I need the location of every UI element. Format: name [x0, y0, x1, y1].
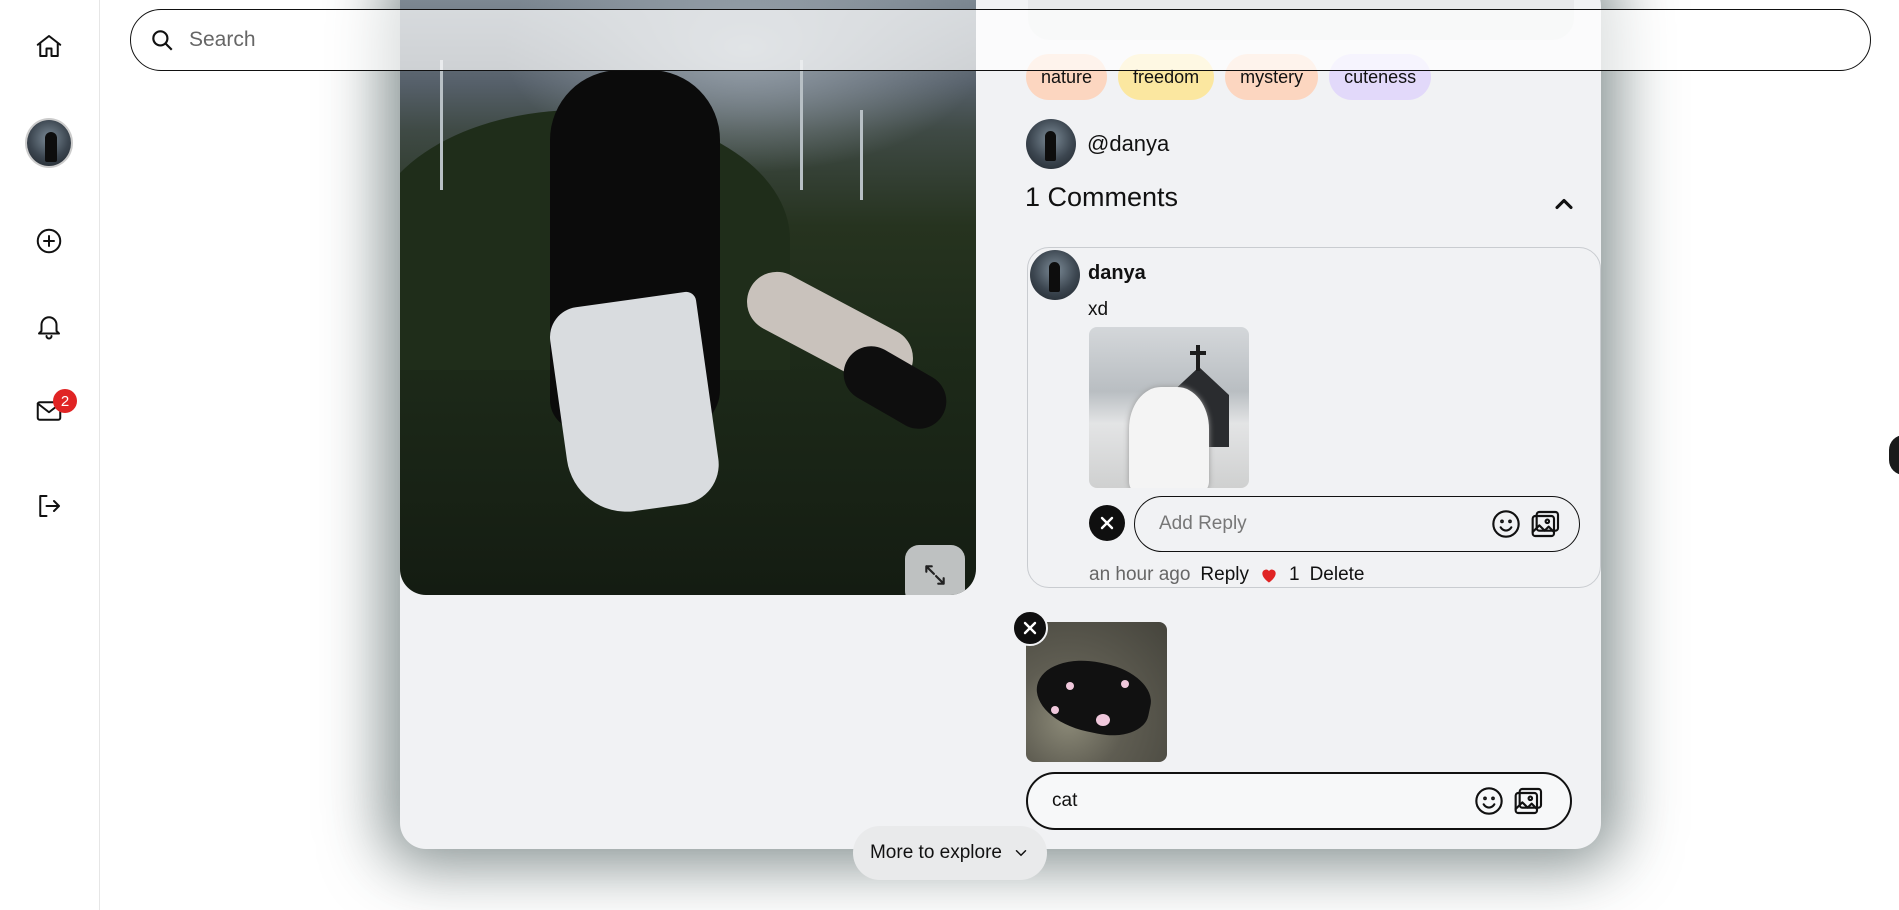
smiley-icon	[1475, 787, 1503, 815]
explore-label: More to explore	[869, 842, 1002, 863]
avatar	[1026, 119, 1076, 169]
collapse-comments-button[interactable]	[1550, 190, 1578, 218]
add-image-button[interactable]	[1512, 784, 1546, 818]
delete-link[interactable]: Delete	[1310, 564, 1365, 586]
like-count: 1	[1289, 564, 1300, 585]
close-icon	[1100, 516, 1114, 530]
expand-icon	[925, 565, 945, 585]
comment-timestamp: an hour ago	[1089, 564, 1191, 585]
create-button[interactable]	[25, 217, 73, 265]
remove-attachment-button[interactable]	[1012, 610, 1048, 646]
reply-input[interactable]	[1159, 513, 1479, 535]
plus-circle-icon	[36, 228, 62, 254]
smiley-icon	[1492, 510, 1520, 538]
chevron-up-icon	[1555, 198, 1573, 210]
more-to-explore-button[interactable]: More to explore	[853, 826, 1047, 880]
comment-field	[1026, 772, 1572, 830]
heart-icon[interactable]	[1259, 565, 1279, 585]
home-icon	[36, 35, 62, 57]
comments-title: 1 Comments	[1025, 182, 1179, 212]
comment-meta: an hour ago Reply 1 Delete	[1089, 564, 1365, 586]
comment-image	[1089, 327, 1249, 488]
emoji-button[interactable]	[1489, 507, 1523, 541]
notifications-button[interactable]	[25, 302, 73, 350]
reply-field	[1134, 496, 1580, 552]
reply-link[interactable]: Reply	[1200, 564, 1249, 586]
comment-username[interactable]: danya	[1088, 262, 1146, 285]
image-icon	[1531, 510, 1560, 538]
side-scroll-handle[interactable]	[1889, 435, 1899, 475]
search-input[interactable]	[189, 28, 1789, 52]
comment-text: xd	[1088, 299, 1109, 320]
unread-badge: 2	[53, 389, 77, 413]
expand-image-button[interactable]	[905, 545, 965, 595]
bell-icon	[38, 316, 60, 340]
home-button[interactable]	[25, 22, 73, 70]
attachment-preview	[1026, 622, 1167, 762]
emoji-button[interactable]	[1472, 784, 1506, 818]
comment-card: danya xd an hour ago Reply 1 Delete	[1027, 247, 1601, 588]
logout-icon	[39, 495, 60, 517]
sidebar: 2	[0, 0, 100, 910]
pin-detail-modal: nature freedom mystery cuteness @danya 1…	[400, 0, 1601, 849]
profile-button[interactable]	[25, 118, 73, 168]
logout-button[interactable]	[25, 482, 73, 530]
search-icon	[152, 30, 173, 51]
image-icon	[1514, 787, 1543, 815]
author-link[interactable]: @danya	[1026, 119, 1169, 169]
close-icon	[1023, 621, 1037, 635]
avatar	[1030, 250, 1080, 300]
pin-image	[400, 0, 976, 595]
avatar	[25, 118, 73, 168]
comment-input[interactable]	[1052, 790, 1472, 812]
chevron-down-icon	[1015, 850, 1027, 857]
add-image-button[interactable]	[1529, 507, 1563, 541]
messages-button[interactable]: 2	[25, 387, 77, 435]
author-handle: @danya	[1087, 131, 1170, 156]
search-bar	[130, 9, 1871, 71]
cancel-reply-button[interactable]	[1089, 505, 1125, 541]
